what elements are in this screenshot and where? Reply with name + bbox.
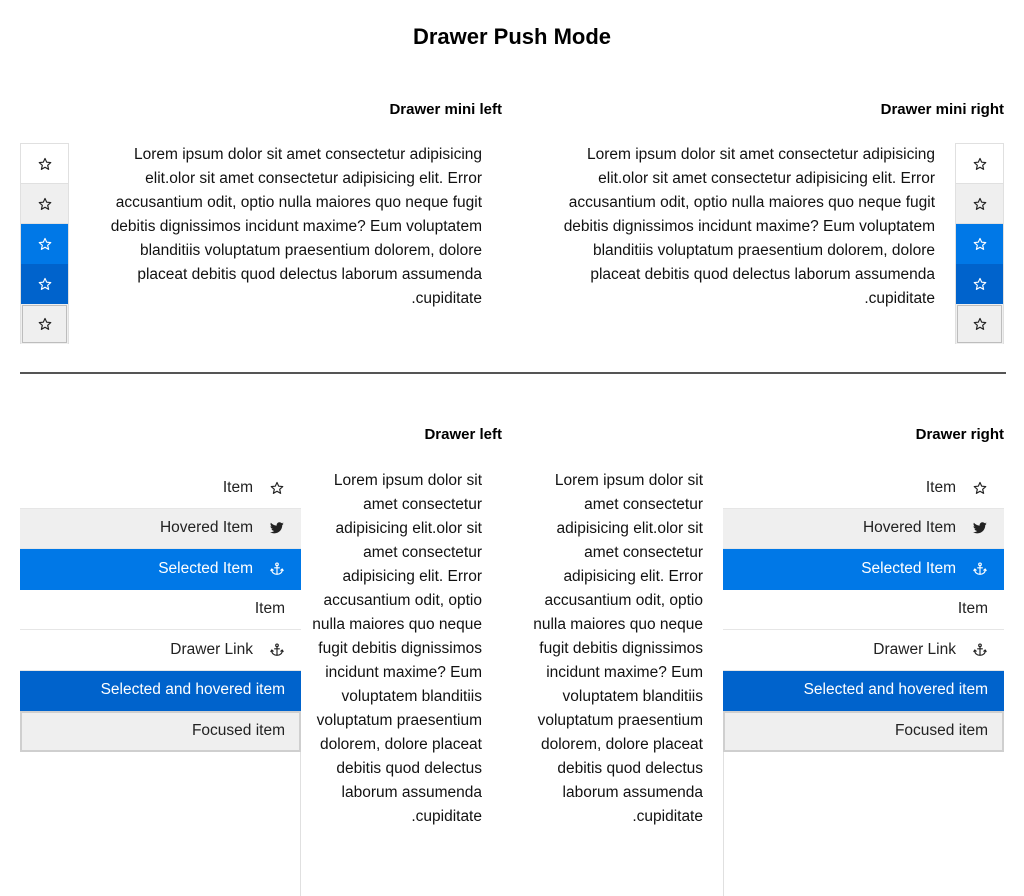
mini-drawer-item-focused[interactable]: [21, 304, 68, 344]
star-outline-icon: [38, 237, 52, 251]
mini-drawer-left: [20, 143, 69, 344]
star-outline-icon: [973, 197, 987, 211]
anchor-icon: [972, 562, 988, 576]
twitter-icon: [269, 522, 285, 534]
drawer-item-label: Hovered Item: [862, 519, 956, 537]
drawer-item-label: Drawer Link: [873, 640, 956, 658]
anchor-icon: [972, 643, 988, 657]
drawer-item[interactable]: Item: [20, 468, 301, 509]
content-text-mini-right: Lorem ipsum dolor sit amet consectetur a…: [563, 146, 935, 307]
mini-drawer-right: [955, 143, 1004, 344]
drawer-right: Item Hovered Item Selected Item Item Dra…: [723, 468, 1004, 752]
drawer-item[interactable]: Item: [723, 468, 1004, 509]
drawer-item-label: Selected and hovered item: [803, 681, 988, 699]
star-outline-icon: [973, 317, 987, 331]
anchor-icon: [269, 562, 285, 576]
drawer-item-selected-hovered[interactable]: Selected and hovered item: [20, 670, 301, 711]
section-title-mini-right: Drawer mini right: [880, 101, 1004, 118]
section-title-mini-left: Drawer mini left: [389, 101, 502, 118]
page-title: Drawer Push Mode: [412, 24, 612, 49]
star-outline-icon: [973, 277, 987, 291]
drawer-item-selected-hovered[interactable]: Selected and hovered item: [723, 670, 1004, 711]
drawer-item-label: Drawer Link: [170, 640, 253, 658]
drawer-item-label: Item: [957, 600, 988, 618]
drawer-item-label: Selected and hovered item: [100, 681, 285, 699]
star-outline-icon: [38, 157, 52, 171]
drawer-link[interactable]: Drawer Link: [20, 630, 301, 671]
drawer-item-label: Hovered Item: [159, 519, 253, 537]
content-text-mini-left: Lorem ipsum dolor sit amet consectetur a…: [110, 146, 482, 307]
drawer-item-selected[interactable]: Selected Item: [723, 549, 1004, 590]
anchor-icon: [269, 643, 285, 657]
star-outline-icon: [38, 317, 52, 331]
star-outline-icon: [38, 197, 52, 211]
section-divider: [20, 372, 1006, 374]
mini-drawer-item-focused[interactable]: [956, 304, 1003, 344]
content-text-drawer-right: Lorem ipsum dolor sit amet consectetur a…: [533, 472, 703, 825]
drawer-item-hovered[interactable]: Hovered Item: [723, 508, 1004, 549]
drawer-item-label: Focused item: [191, 721, 285, 739]
section-title-drawer-left: Drawer left: [424, 426, 502, 443]
star-outline-icon: [973, 157, 987, 171]
star-outline-icon: [972, 481, 988, 495]
mini-drawer-item-hovered[interactable]: [956, 184, 1003, 224]
drawer-item[interactable]: Item: [20, 589, 301, 630]
mini-drawer-item-selected-hovered[interactable]: [956, 264, 1003, 304]
mini-drawer-item[interactable]: [956, 144, 1003, 184]
star-outline-icon: [38, 277, 52, 291]
section-title-drawer-right: Drawer right: [915, 426, 1004, 443]
star-outline-icon: [269, 481, 285, 495]
drawer-item[interactable]: Item: [723, 589, 1004, 630]
mini-drawer-item-hovered[interactable]: [21, 184, 68, 224]
drawer-item-selected[interactable]: Selected Item: [20, 549, 301, 590]
drawer-item-label: Item: [222, 478, 253, 496]
drawer-item-label: Selected Item: [861, 559, 956, 577]
drawer-item-focused[interactable]: Focused item: [723, 711, 1004, 752]
star-outline-icon: [973, 237, 987, 251]
content-text-drawer-left: Lorem ipsum dolor sit amet consectetur a…: [312, 472, 482, 825]
drawer-item-label: Selected Item: [158, 559, 253, 577]
twitter-icon: [972, 522, 988, 534]
mini-drawer-item-selected[interactable]: [956, 224, 1003, 264]
mini-drawer-item[interactable]: [21, 144, 68, 184]
mini-drawer-item-selected-hovered[interactable]: [21, 264, 68, 304]
drawer-item-label: Item: [254, 600, 285, 618]
drawer-item-label: Focused item: [894, 721, 988, 739]
drawer-item-hovered[interactable]: Hovered Item: [20, 508, 301, 549]
drawer-item-focused[interactable]: Focused item: [20, 711, 301, 752]
mini-drawer-item-selected[interactable]: [21, 224, 68, 264]
drawer-left: Item Hovered Item Selected Item Item Dra…: [20, 468, 301, 752]
drawer-item-label: Item: [925, 478, 956, 496]
drawer-link[interactable]: Drawer Link: [723, 630, 1004, 671]
